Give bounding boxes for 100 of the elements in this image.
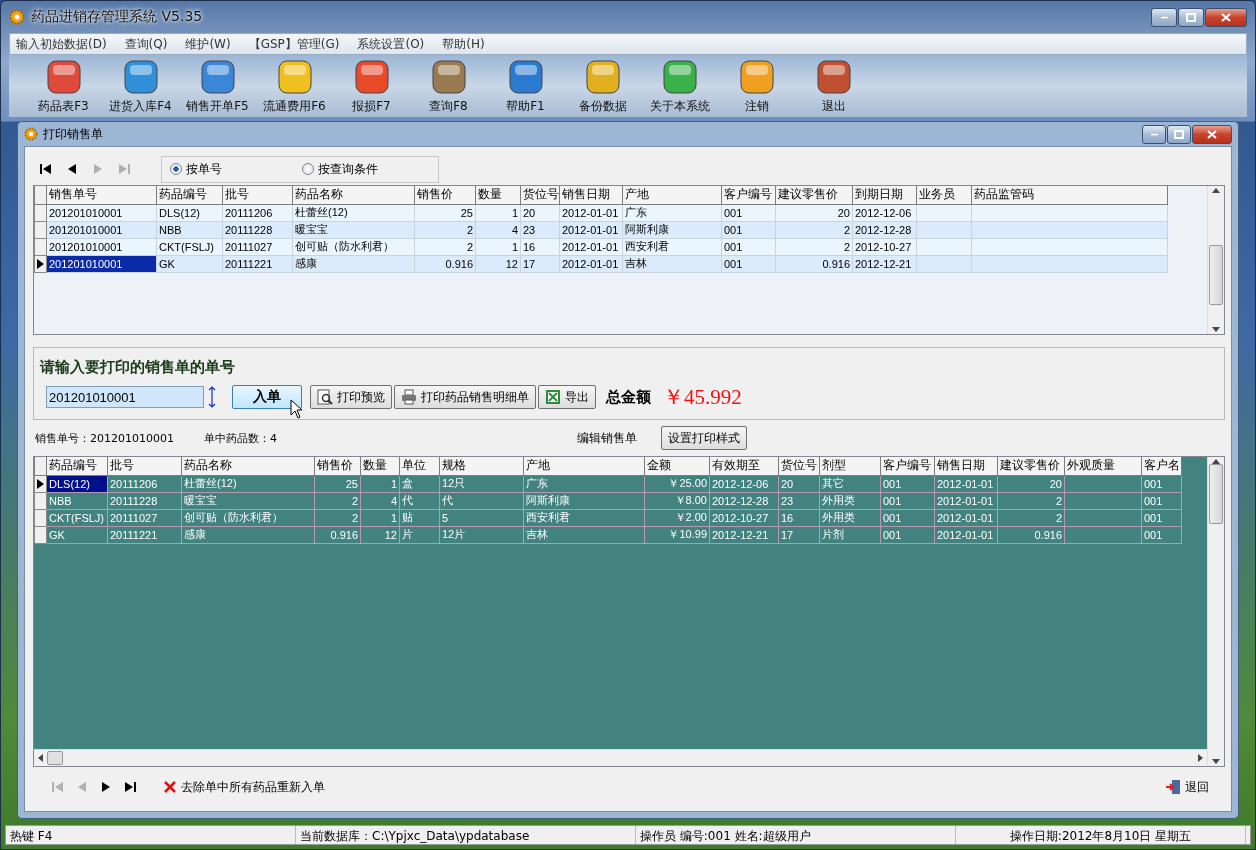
column-header[interactable]: 金额 (644, 457, 710, 475)
column-header[interactable]: 销售价 (314, 457, 361, 475)
mouse-cursor-icon (290, 399, 304, 419)
column-header[interactable]: 客户编号 (721, 186, 776, 204)
toolbar-button[interactable]: 备份数据 (564, 57, 641, 115)
row-pointer-icon (37, 258, 44, 269)
maximize-icon (1174, 129, 1184, 139)
column-header[interactable]: 客户编号 (880, 457, 935, 475)
scroll-left-icon (38, 754, 43, 762)
column-header[interactable]: 销售单号 (46, 186, 157, 204)
vertical-scrollbar[interactable] (1207, 186, 1224, 334)
menu-item[interactable]: 【GSP】管理(G) (248, 35, 340, 53)
column-header[interactable]: 客户名 (1141, 457, 1182, 475)
scroll-thumb[interactable] (1209, 245, 1223, 305)
toolbar-button[interactable]: 销售开单F5 (179, 57, 256, 115)
toolbar-button[interactable]: 注销 (718, 57, 795, 115)
column-header[interactable]: 有效期至 (709, 457, 779, 475)
last-record-icon (122, 779, 138, 795)
order-number-field[interactable]: 201201010001 (46, 386, 204, 408)
toolbar-button[interactable]: 报损F7 (333, 57, 410, 115)
column-header[interactable]: 药品监管码 (971, 186, 1168, 204)
scroll-right-icon (1198, 754, 1203, 762)
prompt-label: 请输入要打印的销售单的单号 (40, 358, 236, 377)
column-header[interactable]: 销售日期 (559, 186, 623, 204)
minimize-button[interactable] (1151, 7, 1177, 27)
dialog-title: 打印销售单 (43, 125, 103, 143)
menu-item[interactable]: 帮助(H) (442, 35, 485, 53)
scroll-up-icon (1212, 188, 1220, 193)
close-icon (1221, 12, 1231, 22)
window-title: 药品进销存管理系统 V5.35 (31, 8, 203, 26)
column-header[interactable]: 剂型 (819, 457, 881, 475)
scroll-thumb[interactable] (1209, 464, 1223, 524)
column-header[interactable]: 到期日期 (852, 186, 917, 204)
column-header[interactable]: 规格 (439, 457, 524, 475)
column-header[interactable]: 货位号 (778, 457, 820, 475)
column-header[interactable]: 货位号 (520, 186, 560, 204)
reset-order-button[interactable]: 去除单中所有药品重新入单 (163, 778, 325, 796)
radio-option[interactable]: 按查询条件 (302, 160, 378, 178)
print-style-button[interactable]: 设置打印样式 (661, 426, 747, 450)
status-text: 操作员 编号:001 姓名:超级用户 (636, 826, 956, 844)
column-header[interactable]: 药品名称 (181, 457, 315, 475)
column-header[interactable]: 批号 (107, 457, 182, 475)
edit-order-label: 编辑销售单 (577, 429, 637, 447)
maximize-icon (1186, 12, 1196, 22)
column-header[interactable]: 产地 (523, 457, 645, 475)
toolbar-button[interactable]: 关于本系统 (641, 57, 718, 115)
close-button[interactable] (1192, 124, 1232, 144)
gear-icon (24, 127, 38, 141)
toolbar-action-button[interactable]: 导出 (538, 385, 596, 409)
column-header[interactable]: 外观质量 (1064, 457, 1142, 475)
column-header[interactable]: 单位 (399, 457, 440, 475)
scroll-thumb[interactable] (47, 751, 63, 765)
toolbar-button[interactable]: 帮助F1 (487, 57, 564, 115)
column-header[interactable]: 数量 (475, 186, 521, 204)
minimize-icon (1159, 15, 1169, 19)
menu-item[interactable]: 维护(W) (185, 35, 231, 53)
toolbar-action-button[interactable]: 打印预览 (310, 385, 392, 409)
row-pointer-icon (37, 478, 44, 489)
column-header[interactable]: 建议零售价 (997, 457, 1065, 475)
toolbar-button[interactable]: 退出 (795, 57, 872, 115)
menu-item[interactable]: 查询(Q) (124, 35, 168, 53)
total-label: 总金额 (606, 387, 651, 407)
column-header[interactable]: 数量 (360, 457, 400, 475)
enter-order-button[interactable]: 入单 (232, 385, 302, 409)
status-text: 热键 F4 (6, 826, 296, 844)
toolbar-button[interactable]: 药品表F3 (25, 57, 102, 115)
scroll-down-icon (1212, 327, 1220, 332)
toolbar-button[interactable]: 查询F8 (410, 57, 487, 115)
printer-icon (401, 389, 417, 405)
column-header[interactable]: 产地 (622, 186, 722, 204)
return-button[interactable]: 退回 (1165, 778, 1209, 796)
last-record-icon (116, 161, 132, 177)
vertical-scrollbar[interactable] (1207, 457, 1224, 766)
toolbar-action-button[interactable]: 打印药品销售明细单 (394, 385, 536, 409)
menu-item[interactable]: 输入初始数据(D) (16, 35, 107, 53)
gear-icon (9, 9, 25, 25)
column-header[interactable]: 药品名称 (292, 186, 415, 204)
radio-option[interactable]: 按单号 (170, 160, 222, 178)
column-header[interactable]: 药品编号 (156, 186, 223, 204)
column-header[interactable]: 销售日期 (934, 457, 998, 475)
horizontal-scrollbar[interactable] (34, 749, 1207, 766)
maximize-button[interactable] (1167, 124, 1191, 144)
exit-door-icon (1165, 779, 1181, 795)
column-header[interactable]: 业务员 (916, 186, 972, 204)
column-header[interactable]: 销售价 (414, 186, 476, 204)
maximize-button[interactable] (1178, 7, 1204, 27)
order-info-text: 单中药品数：4 (204, 430, 277, 446)
magnifier-icon (317, 389, 333, 405)
column-header[interactable]: 药品编号 (46, 457, 108, 475)
status-text: 当前数据库：C:\Ypjxc_Data\ypdatabase (296, 826, 636, 844)
close-icon (1207, 129, 1217, 139)
first-record-icon (50, 779, 66, 795)
column-header[interactable]: 批号 (222, 186, 293, 204)
minimize-icon (1149, 132, 1159, 136)
toolbar-button[interactable]: 进货入库F4 (102, 57, 179, 115)
column-header[interactable]: 建议零售价 (775, 186, 853, 204)
menu-item[interactable]: 系统设置(O) (357, 35, 425, 53)
minimize-button[interactable] (1142, 124, 1166, 144)
close-button[interactable] (1205, 7, 1247, 27)
toolbar-button[interactable]: 流通费用F6 (256, 57, 333, 115)
